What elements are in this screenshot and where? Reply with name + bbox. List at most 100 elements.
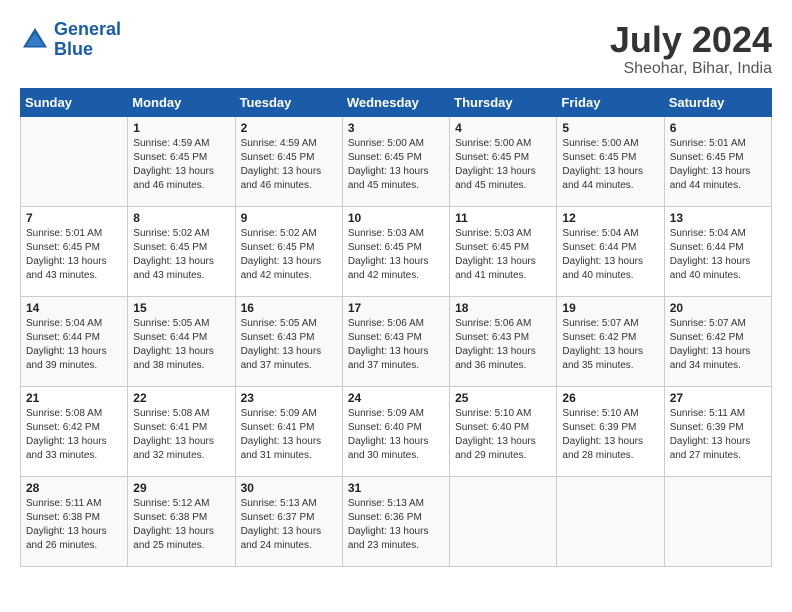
day-info: Sunrise: 5:02 AMSunset: 6:45 PMDaylight:… <box>133 227 229 283</box>
day-info: Sunrise: 5:11 AMSunset: 6:39 PMDaylight:… <box>670 407 766 463</box>
day-number: 30 <box>241 481 337 495</box>
calendar-week-row: 1Sunrise: 4:59 AMSunset: 6:45 PMDaylight… <box>21 116 772 206</box>
day-number: 10 <box>348 211 444 225</box>
day-info: Sunrise: 5:02 AMSunset: 6:45 PMDaylight:… <box>241 227 337 283</box>
logo-line2: Blue <box>54 39 93 59</box>
day-info: Sunrise: 5:06 AMSunset: 6:43 PMDaylight:… <box>348 317 444 373</box>
calendar-header: SundayMondayTuesdayWednesdayThursdayFrid… <box>21 88 772 116</box>
calendar-cell <box>557 476 664 566</box>
calendar-cell: 27 Sunrise: 5:11 AMSunset: 6:39 PMDayligh… <box>664 386 771 476</box>
calendar-cell: 14Sunrise: 5:04 AMSunset: 6:44 PMDayligh… <box>21 296 128 386</box>
day-info: Sunrise: 5:09 AMSunset: 6:40 PMDaylight:… <box>348 407 444 463</box>
day-info: Sunrise: 5:05 AMSunset: 6:44 PMDaylight:… <box>133 317 229 373</box>
day-info: Sunrise: 5:10 AMSunset: 6:39 PMDaylight:… <box>562 407 658 463</box>
day-number: 15 <box>133 301 229 315</box>
day-number: 11 <box>455 211 551 225</box>
calendar-cell: 17 Sunrise: 5:06 AMSunset: 6:43 PMDayligh… <box>342 296 449 386</box>
weekday-row: SundayMondayTuesdayWednesdayThursdayFrid… <box>21 88 772 116</box>
calendar-cell: 15 Sunrise: 5:05 AMSunset: 6:44 PMDayligh… <box>128 296 235 386</box>
calendar-cell: 6Sunrise: 5:01 AMSunset: 6:45 PMDaylight… <box>664 116 771 206</box>
day-number: 12 <box>562 211 658 225</box>
calendar-cell: 30Sunrise: 5:13 AMSunset: 6:37 PMDayligh… <box>235 476 342 566</box>
day-number: 24 <box>348 391 444 405</box>
day-info: Sunrise: 4:59 AMSunset: 6:45 PMDaylight:… <box>241 137 337 193</box>
day-info: Sunrise: 5:01 AMSunset: 6:45 PMDaylight:… <box>26 227 122 283</box>
day-number: 5 <box>562 121 658 135</box>
day-number: 16 <box>241 301 337 315</box>
title-block: July 2024 Sheohar, Bihar, India <box>610 20 772 78</box>
calendar-cell: 28Sunrise: 5:11 AMSunset: 6:38 PMDayligh… <box>21 476 128 566</box>
calendar-cell: 2 Sunrise: 4:59 AMSunset: 6:45 PMDaylight… <box>235 116 342 206</box>
day-number: 17 <box>348 301 444 315</box>
month-year: July 2024 <box>610 20 772 60</box>
day-number: 4 <box>455 121 551 135</box>
day-number: 22 <box>133 391 229 405</box>
day-info: Sunrise: 5:12 AMSunset: 6:38 PMDaylight:… <box>133 497 229 553</box>
calendar-cell <box>664 476 771 566</box>
day-number: 31 <box>348 481 444 495</box>
weekday-header: Sunday <box>21 88 128 116</box>
day-number: 21 <box>26 391 122 405</box>
calendar-cell: 20 Sunrise: 5:07 AMSunset: 6:42 PMDayligh… <box>664 296 771 386</box>
calendar-cell: 3Sunrise: 5:00 AMSunset: 6:45 PMDaylight… <box>342 116 449 206</box>
day-number: 7 <box>26 211 122 225</box>
day-info: Sunrise: 5:04 AMSunset: 6:44 PMDaylight:… <box>562 227 658 283</box>
calendar-week-row: 21 Sunrise: 5:08 AMSunset: 6:42 PMDayligh… <box>21 386 772 476</box>
calendar-cell: 9Sunrise: 5:02 AMSunset: 6:45 PMDaylight… <box>235 206 342 296</box>
calendar-cell: 13 Sunrise: 5:04 AMSunset: 6:44 PMDayligh… <box>664 206 771 296</box>
day-number: 26 <box>562 391 658 405</box>
day-info: Sunrise: 5:13 AMSunset: 6:36 PMDaylight:… <box>348 497 444 553</box>
day-info: Sunrise: 5:08 AMSunset: 6:42 PMDaylight:… <box>26 407 122 463</box>
day-info: Sunrise: 5:03 AMSunset: 6:45 PMDaylight:… <box>455 227 551 283</box>
day-info: Sunrise: 5:07 AMSunset: 6:42 PMDaylight:… <box>562 317 658 373</box>
day-info: Sunrise: 5:00 AMSunset: 6:45 PMDaylight:… <box>348 137 444 193</box>
day-info: Sunrise: 5:09 AMSunset: 6:41 PMDaylight:… <box>241 407 337 463</box>
day-info: Sunrise: 5:01 AMSunset: 6:45 PMDaylight:… <box>670 137 766 193</box>
calendar-cell: 11 Sunrise: 5:03 AMSunset: 6:45 PMDayligh… <box>450 206 557 296</box>
calendar-table: SundayMondayTuesdayWednesdayThursdayFrid… <box>20 88 772 567</box>
calendar-cell: 4 Sunrise: 5:00 AMSunset: 6:45 PMDaylight… <box>450 116 557 206</box>
calendar-cell: 18Sunrise: 5:06 AMSunset: 6:43 PMDayligh… <box>450 296 557 386</box>
day-number: 14 <box>26 301 122 315</box>
calendar-cell: 10 Sunrise: 5:03 AMSunset: 6:45 PMDayligh… <box>342 206 449 296</box>
weekday-header: Friday <box>557 88 664 116</box>
day-number: 2 <box>241 121 337 135</box>
calendar-cell <box>21 116 128 206</box>
day-info: Sunrise: 5:03 AMSunset: 6:45 PMDaylight:… <box>348 227 444 283</box>
calendar-cell: 7 Sunrise: 5:01 AMSunset: 6:45 PMDaylight… <box>21 206 128 296</box>
logo-icon <box>20 25 50 55</box>
day-info: Sunrise: 4:59 AMSunset: 6:45 PMDaylight:… <box>133 137 229 193</box>
day-info: Sunrise: 5:05 AMSunset: 6:43 PMDaylight:… <box>241 317 337 373</box>
day-info: Sunrise: 5:04 AMSunset: 6:44 PMDaylight:… <box>670 227 766 283</box>
page-header: General Blue July 2024 Sheohar, Bihar, I… <box>20 20 772 78</box>
day-number: 8 <box>133 211 229 225</box>
weekday-header: Wednesday <box>342 88 449 116</box>
day-number: 27 <box>670 391 766 405</box>
calendar-cell: 8 Sunrise: 5:02 AMSunset: 6:45 PMDaylight… <box>128 206 235 296</box>
day-number: 20 <box>670 301 766 315</box>
day-info: Sunrise: 5:07 AMSunset: 6:42 PMDaylight:… <box>670 317 766 373</box>
calendar-cell <box>450 476 557 566</box>
day-number: 29 <box>133 481 229 495</box>
day-info: Sunrise: 5:08 AMSunset: 6:41 PMDaylight:… <box>133 407 229 463</box>
logo: General Blue <box>20 20 121 60</box>
weekday-header: Monday <box>128 88 235 116</box>
calendar-week-row: 14Sunrise: 5:04 AMSunset: 6:44 PMDayligh… <box>21 296 772 386</box>
calendar-cell: 19 Sunrise: 5:07 AMSunset: 6:42 PMDayligh… <box>557 296 664 386</box>
location: Sheohar, Bihar, India <box>610 60 772 78</box>
day-number: 13 <box>670 211 766 225</box>
day-info: Sunrise: 5:11 AMSunset: 6:38 PMDaylight:… <box>26 497 122 553</box>
calendar-cell: 12 Sunrise: 5:04 AMSunset: 6:44 PMDayligh… <box>557 206 664 296</box>
day-info: Sunrise: 5:00 AMSunset: 6:45 PMDaylight:… <box>455 137 551 193</box>
calendar-cell: 1Sunrise: 4:59 AMSunset: 6:45 PMDaylight… <box>128 116 235 206</box>
day-number: 23 <box>241 391 337 405</box>
day-info: Sunrise: 5:00 AMSunset: 6:45 PMDaylight:… <box>562 137 658 193</box>
calendar-cell: 21 Sunrise: 5:08 AMSunset: 6:42 PMDayligh… <box>21 386 128 476</box>
calendar-week-row: 7 Sunrise: 5:01 AMSunset: 6:45 PMDaylight… <box>21 206 772 296</box>
calendar-cell: 22 Sunrise: 5:08 AMSunset: 6:41 PMDayligh… <box>128 386 235 476</box>
calendar-cell: 31 Sunrise: 5:13 AMSunset: 6:36 PMDayligh… <box>342 476 449 566</box>
day-number: 25 <box>455 391 551 405</box>
calendar-cell: 24 Sunrise: 5:09 AMSunset: 6:40 PMDayligh… <box>342 386 449 476</box>
calendar-cell: 29 Sunrise: 5:12 AMSunset: 6:38 PMDayligh… <box>128 476 235 566</box>
day-number: 19 <box>562 301 658 315</box>
